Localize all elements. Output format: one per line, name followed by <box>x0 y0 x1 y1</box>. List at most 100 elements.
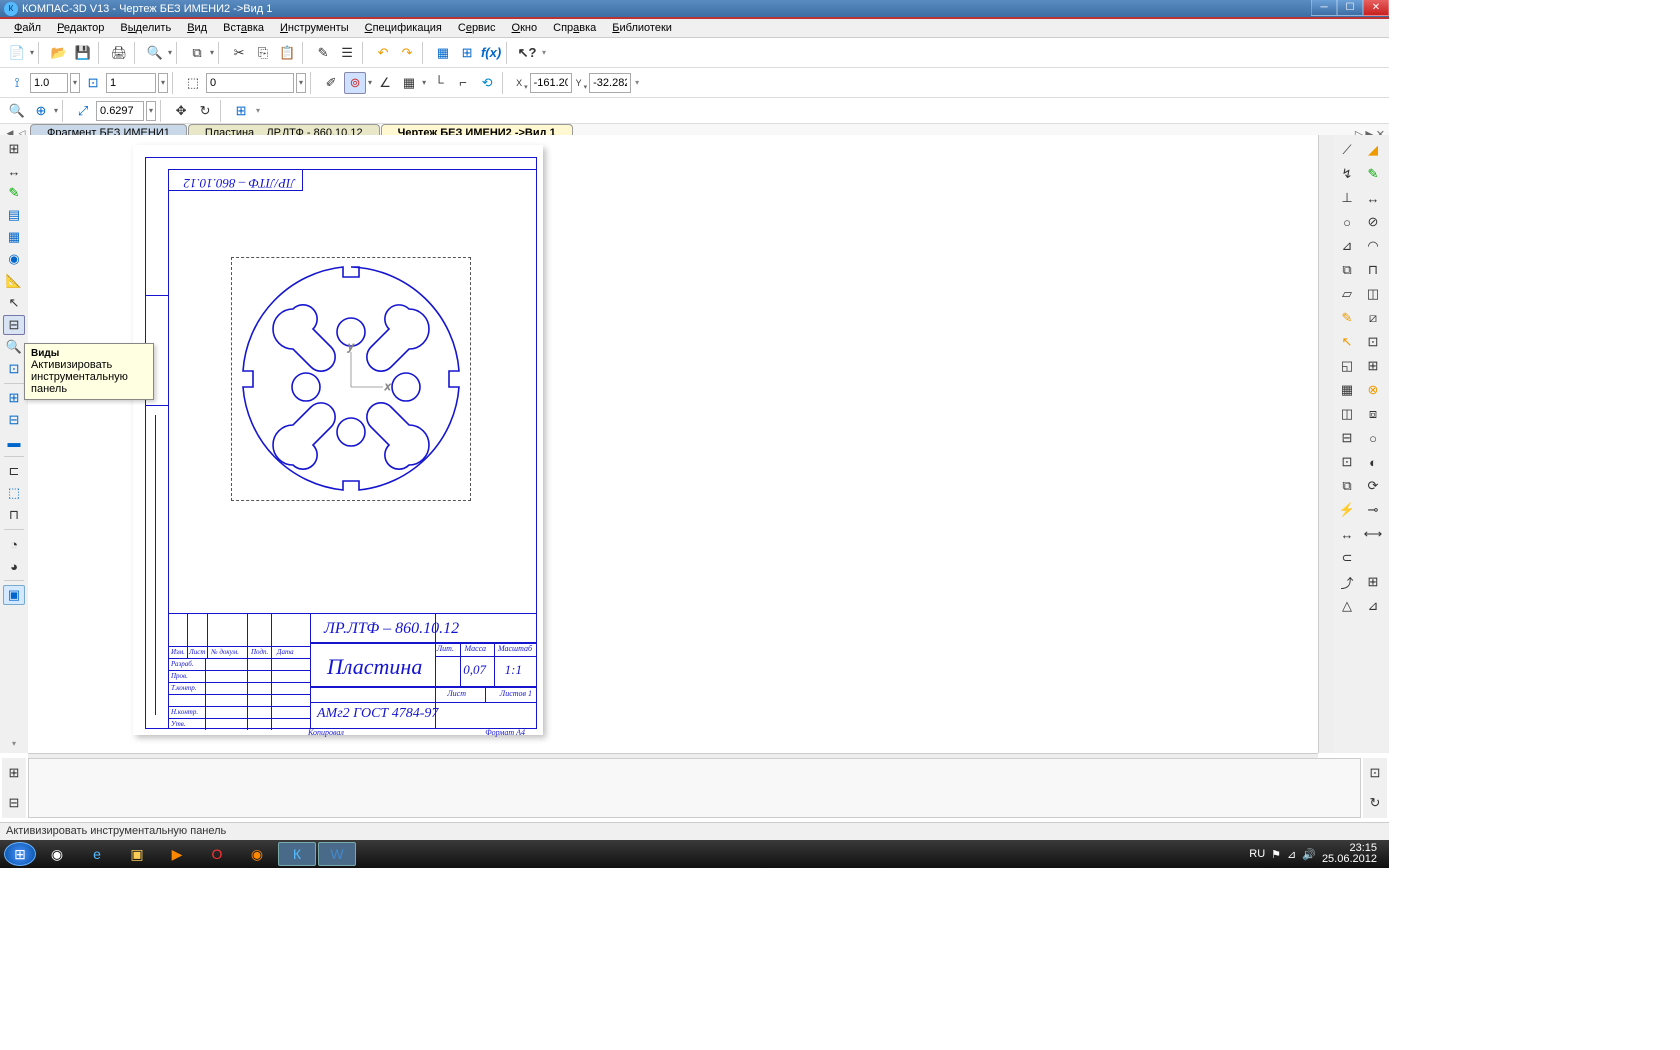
rt-20[interactable]: ⊞ <box>1361 355 1385 377</box>
table-icon[interactable]: ▤ <box>3 205 25 225</box>
pan-icon[interactable]: ✥ <box>170 100 192 122</box>
zoom-input[interactable] <box>96 101 144 121</box>
menu-window[interactable]: Окно <box>504 19 546 37</box>
menu-insert[interactable]: Вставка <box>215 19 272 37</box>
rt-7[interactable]: ○ <box>1335 211 1359 233</box>
tree-icon[interactable]: ⊞ <box>456 42 478 64</box>
rt-9[interactable]: ⊿ <box>1335 235 1359 257</box>
zoom-area-icon[interactable]: 🔍 <box>6 100 28 122</box>
snap-icon[interactable]: ⊚ <box>344 72 366 94</box>
manager-icon[interactable]: ⧉ <box>186 42 208 64</box>
menu-select[interactable]: Выделить <box>112 19 179 37</box>
menu-help[interactable]: Справка <box>545 19 604 37</box>
eraser-icon[interactable]: ✐ <box>320 72 342 94</box>
tray-lang[interactable]: RU <box>1249 848 1265 860</box>
rt-21[interactable]: ▦ <box>1335 379 1359 401</box>
rt-13[interactable]: ▱ <box>1335 283 1359 305</box>
help-cursor-icon[interactable]: ↖? <box>516 42 538 64</box>
rt-8[interactable]: ⊘ <box>1361 211 1385 233</box>
rt-3[interactable]: ↯ <box>1335 163 1359 185</box>
rt-4[interactable]: ✎ <box>1361 163 1385 185</box>
maximize-button[interactable]: ☐ <box>1337 0 1363 16</box>
edit-icon[interactable]: ▦ <box>3 227 25 247</box>
properties-icon[interactable]: ☰ <box>336 42 358 64</box>
taskbar-explorer-icon[interactable]: ▣ <box>118 842 156 866</box>
ortho-icon[interactable]: ⌐ <box>452 72 474 94</box>
cut-icon[interactable]: ✂ <box>228 42 250 64</box>
geometry-icon[interactable]: ⊞ <box>3 139 25 159</box>
arrow-view-icon[interactable]: ⬚ <box>3 483 25 503</box>
menu-file[interactable]: ФФайлайл <box>6 19 49 37</box>
rt-1[interactable]: ⟋ <box>1335 139 1359 161</box>
taskbar-word-icon[interactable]: W <box>318 842 356 866</box>
rt-26[interactable]: ○ <box>1361 427 1385 449</box>
rt-11[interactable]: ⧉ <box>1335 259 1359 281</box>
angle-icon[interactable]: ∠ <box>374 72 396 94</box>
rt-22[interactable]: ⊗ <box>1361 379 1385 401</box>
dimension-icon[interactable]: ↔ <box>3 161 25 181</box>
undo-icon[interactable]: ↶ <box>372 42 394 64</box>
pb-l2[interactable]: ⊟ <box>3 792 25 814</box>
taskbar-player-icon[interactable]: ▶ <box>158 842 196 866</box>
expand-icon[interactable]: ▾ <box>3 733 25 753</box>
redo-icon[interactable]: ↷ <box>396 42 418 64</box>
rt-40[interactable]: ⊿ <box>1361 595 1385 617</box>
new-icon[interactable]: 📄 <box>6 42 28 64</box>
break-icon[interactable]: ▬ <box>3 432 25 452</box>
tray-volume-icon[interactable]: 🔊 <box>1302 848 1316 861</box>
rt-17[interactable]: ↖ <box>1335 331 1359 353</box>
grid-icon[interactable]: ▦ <box>398 72 420 94</box>
display-mode-icon[interactable]: ▣ <box>3 585 25 605</box>
menu-edit[interactable]: Редактор <box>49 19 112 37</box>
detail-view-icon[interactable]: ◔ <box>3 534 25 554</box>
aux-view-icon[interactable]: ◕ <box>3 556 25 576</box>
fx-icon[interactable]: f(x) <box>480 42 502 64</box>
rt-24[interactable]: ⧈ <box>1361 403 1385 425</box>
rt-18[interactable]: ⊡ <box>1361 331 1385 353</box>
tray-flag-icon[interactable]: ⚑ <box>1271 848 1281 861</box>
copy-icon[interactable]: ⎘ <box>252 42 274 64</box>
insert-fragment-icon[interactable]: ⊟ <box>3 410 25 430</box>
menu-libs[interactable]: Библиотеки <box>604 19 680 37</box>
pb-r1[interactable]: ⊡ <box>1364 762 1386 784</box>
local-view-icon[interactable]: ⊏ <box>3 461 25 481</box>
canvas[interactable]: ЛР/ЛТФ – 860.10.12 <box>28 135 1333 753</box>
tray-date[interactable]: 25.06.2012 <box>1322 854 1377 865</box>
coord-x-input[interactable] <box>530 73 572 93</box>
rt-5[interactable]: ⊥ <box>1335 187 1359 209</box>
variables-icon[interactable]: ▦ <box>432 42 454 64</box>
rt-14[interactable]: ◫ <box>1361 283 1385 305</box>
annotation-icon[interactable]: ✎ <box>3 183 25 203</box>
zoom-fit-icon[interactable]: ⤢ <box>72 100 94 122</box>
rt-32[interactable]: ⊸ <box>1361 499 1385 521</box>
rt-12[interactable]: ⊓ <box>1361 259 1385 281</box>
print-icon[interactable]: 🖨 <box>108 42 130 64</box>
menu-spec[interactable]: Спецификация <box>357 19 450 37</box>
rt-37[interactable]: ⤴ <box>1335 571 1359 593</box>
local-cs-icon[interactable]: └ <box>428 72 450 94</box>
rt-28[interactable]: ◐ <box>1361 451 1385 473</box>
spec-icon[interactable]: 🔍 <box>3 337 25 357</box>
taskbar-kompas-icon[interactable]: К <box>278 842 316 866</box>
taskbar-opera-icon[interactable]: O <box>198 842 236 866</box>
rt-15[interactable]: ✎ <box>1335 307 1359 329</box>
state-icon[interactable]: ⟟ <box>6 72 28 94</box>
scrollbar-vertical[interactable] <box>1318 135 1333 753</box>
views-icon[interactable]: ⊟ <box>3 315 25 335</box>
rt-10[interactable]: ◠ <box>1361 235 1385 257</box>
rt-19[interactable]: ◱ <box>1335 355 1359 377</box>
tray-network-icon[interactable]: ⊿ <box>1287 848 1296 861</box>
rt-29[interactable]: ⧉ <box>1335 475 1359 497</box>
round-icon[interactable]: ⟲ <box>476 72 498 94</box>
rt-35[interactable]: ⊂ <box>1335 547 1359 569</box>
rt-27[interactable]: ⊡ <box>1335 451 1359 473</box>
insert-view-icon[interactable]: ⊞ <box>3 388 25 408</box>
rt-38[interactable]: ⊞ <box>1361 571 1385 593</box>
taskbar-firefox-icon[interactable]: ◉ <box>238 842 276 866</box>
taskbar-ie-icon[interactable]: e <box>78 842 116 866</box>
rt-39[interactable]: △ <box>1335 595 1359 617</box>
rt-16[interactable]: ⧄ <box>1361 307 1385 329</box>
rt-31[interactable]: ⚡ <box>1335 499 1359 521</box>
section-icon[interactable]: ⊓ <box>3 505 25 525</box>
rt-33[interactable]: ↔ <box>1335 523 1359 545</box>
